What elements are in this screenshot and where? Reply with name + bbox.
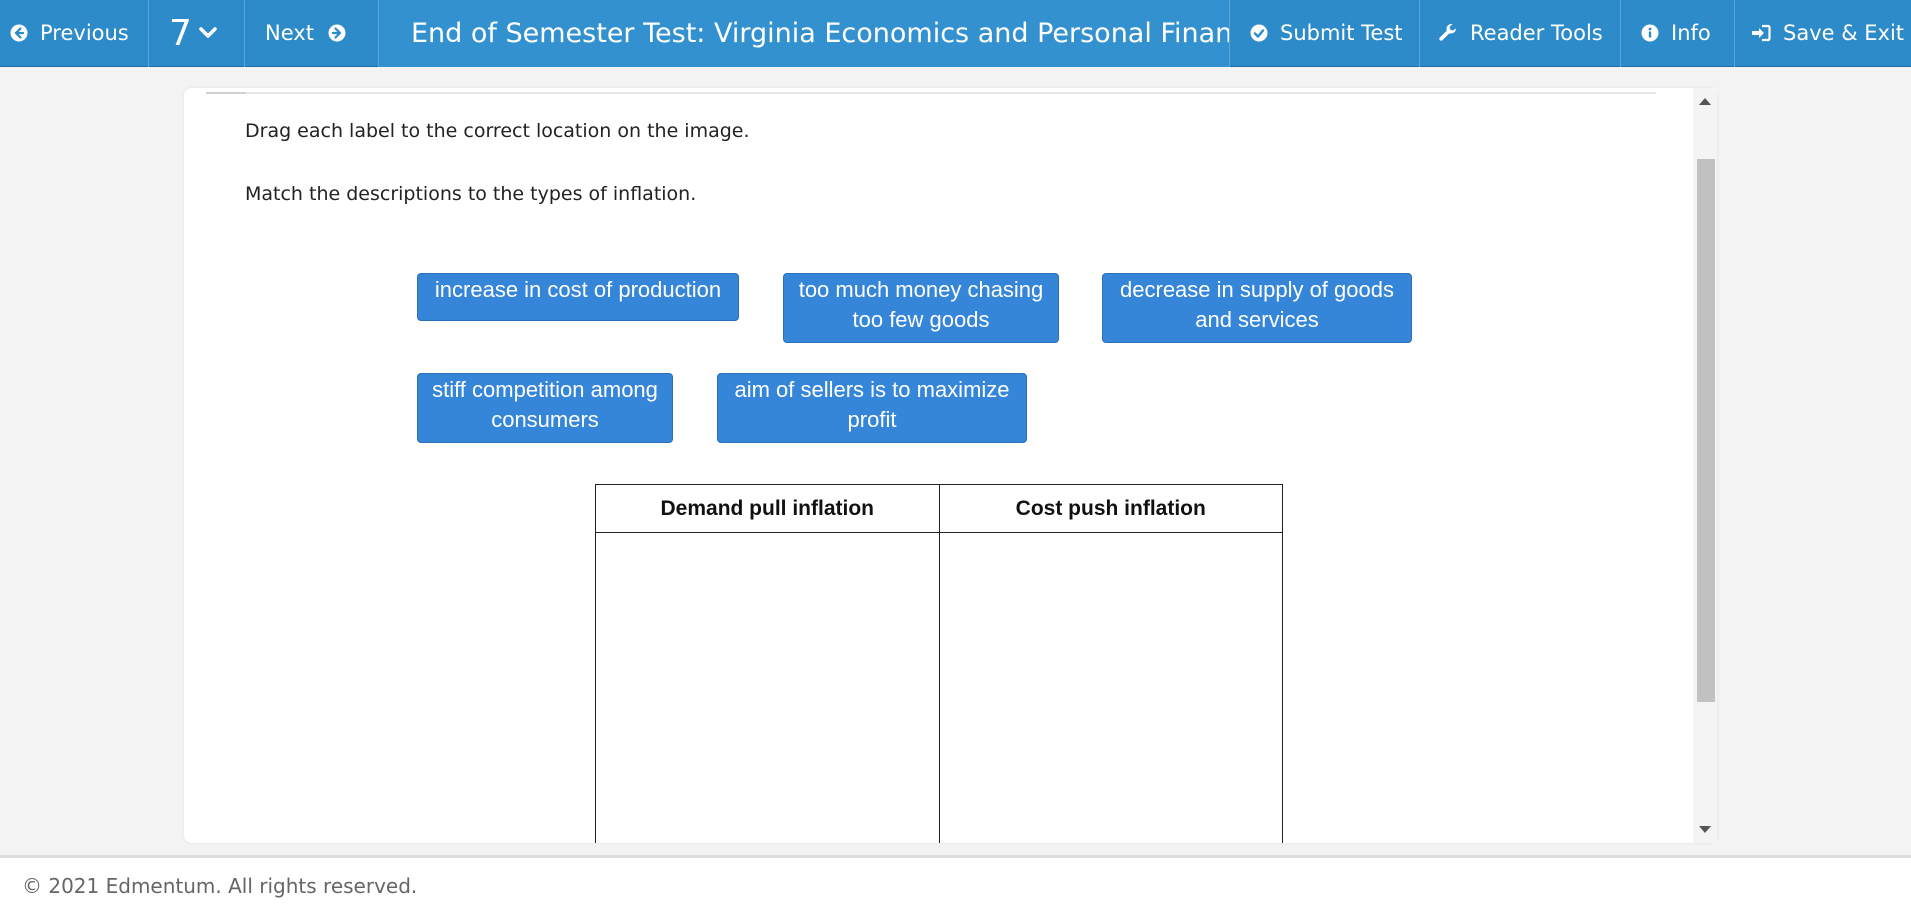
top-toolbar: Previous 7 Next End of Semester Test: Vi… [0, 0, 1911, 67]
question-number: 7 [169, 12, 192, 54]
scroll-down-arrow-icon[interactable] [1699, 826, 1711, 833]
panel-divider [206, 92, 1656, 94]
previous-button[interactable]: Previous [0, 0, 149, 67]
drag-label[interactable]: decrease in supply of goods and services [1102, 273, 1412, 343]
copyright-text: © 2021 Edmentum. All rights reserved. [22, 874, 418, 898]
previous-label: Previous [40, 21, 129, 45]
sign-in-icon [1751, 24, 1771, 42]
test-title: End of Semester Test: Virginia Economics… [379, 0, 1230, 67]
reader-tools-button[interactable]: Reader Tools [1420, 0, 1621, 67]
drag-label[interactable]: stiff competition among consumers [417, 373, 673, 443]
submit-label: Submit Test [1280, 21, 1403, 45]
question-panel: Drag each label to the correct location … [184, 88, 1717, 843]
info-button[interactable]: Info [1621, 0, 1735, 67]
arrow-left-circle-icon [10, 24, 28, 42]
info-label: Info [1671, 21, 1711, 45]
drag-label[interactable]: aim of sellers is to maximize profit [717, 373, 1027, 443]
footer: © 2021 Edmentum. All rights reserved. [0, 858, 1911, 904]
inflation-drop-table: Demand pull inflation Cost push inflatio… [595, 484, 1283, 843]
question-prompt: Match the descriptions to the types of i… [245, 183, 697, 205]
reader-tools-label: Reader Tools [1470, 21, 1603, 45]
scrollbar-thumb[interactable] [1697, 159, 1715, 702]
instruction-text: Drag each label to the correct location … [245, 120, 750, 142]
panel-divider-accent [206, 92, 246, 94]
scroll-up-arrow-icon[interactable] [1699, 98, 1711, 105]
chevron-down-icon [198, 26, 218, 40]
next-label: Next [265, 21, 314, 45]
drop-zone-demand-pull[interactable] [595, 532, 940, 843]
question-number-dropdown[interactable]: 7 [149, 0, 245, 67]
info-circle-icon [1641, 24, 1659, 42]
next-button[interactable]: Next [245, 0, 379, 67]
wrench-icon [1438, 23, 1458, 43]
column-header-cost-push: Cost push inflation [938, 484, 1283, 533]
vertical-scrollbar[interactable] [1693, 88, 1717, 843]
save-exit-button[interactable]: Save & Exit [1735, 0, 1911, 67]
save-exit-label: Save & Exit [1783, 21, 1905, 45]
drop-zone-cost-push[interactable] [938, 532, 1283, 843]
drag-label[interactable]: too much money chasing too few goods [783, 273, 1059, 343]
column-header-demand-pull: Demand pull inflation [595, 484, 940, 533]
submit-test-button[interactable]: Submit Test [1230, 0, 1420, 67]
drag-label[interactable]: increase in cost of production [417, 273, 739, 321]
arrow-right-circle-icon [328, 24, 346, 42]
check-circle-icon [1250, 24, 1268, 42]
